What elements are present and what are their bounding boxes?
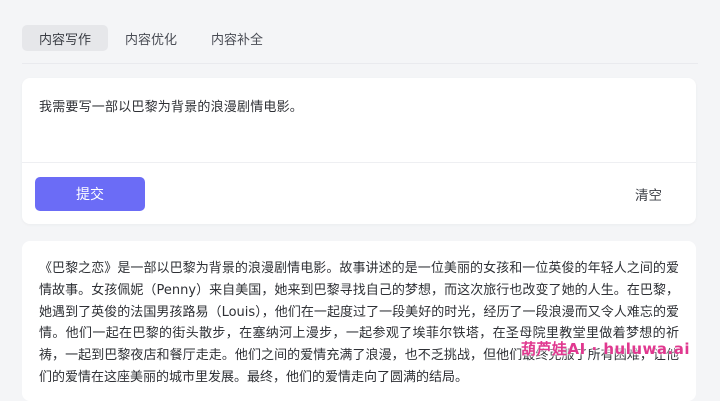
tab-content-completion[interactable]: 内容补全 [194,25,280,51]
submit-button[interactable]: 提交 [35,177,145,211]
tab-divider [22,63,698,64]
tab-content-writing[interactable]: 内容写作 [22,25,109,51]
watermark: 葫芦娃AI · huluwa.ai [521,340,690,358]
clear-button[interactable]: 清空 [635,184,662,204]
tab-bar: 内容写作 内容优化 内容补全 [22,25,280,51]
result-card: 《巴黎之恋》是一部以巴黎为背景的浪漫剧情电影。故事讲述的是一位美丽的女孩和一位英… [22,241,696,401]
prompt-input[interactable]: 我需要写一部以巴黎为背景的浪漫剧情电影。 [39,96,303,115]
prompt-card: 我需要写一部以巴黎为背景的浪漫剧情电影。 提交 清空 [22,78,696,224]
card-divider [22,162,696,163]
tab-content-optimization[interactable]: 内容优化 [108,25,194,51]
result-text: 《巴黎之恋》是一部以巴黎为背景的浪漫剧情电影。故事讲述的是一位美丽的女孩和一位英… [39,261,679,385]
